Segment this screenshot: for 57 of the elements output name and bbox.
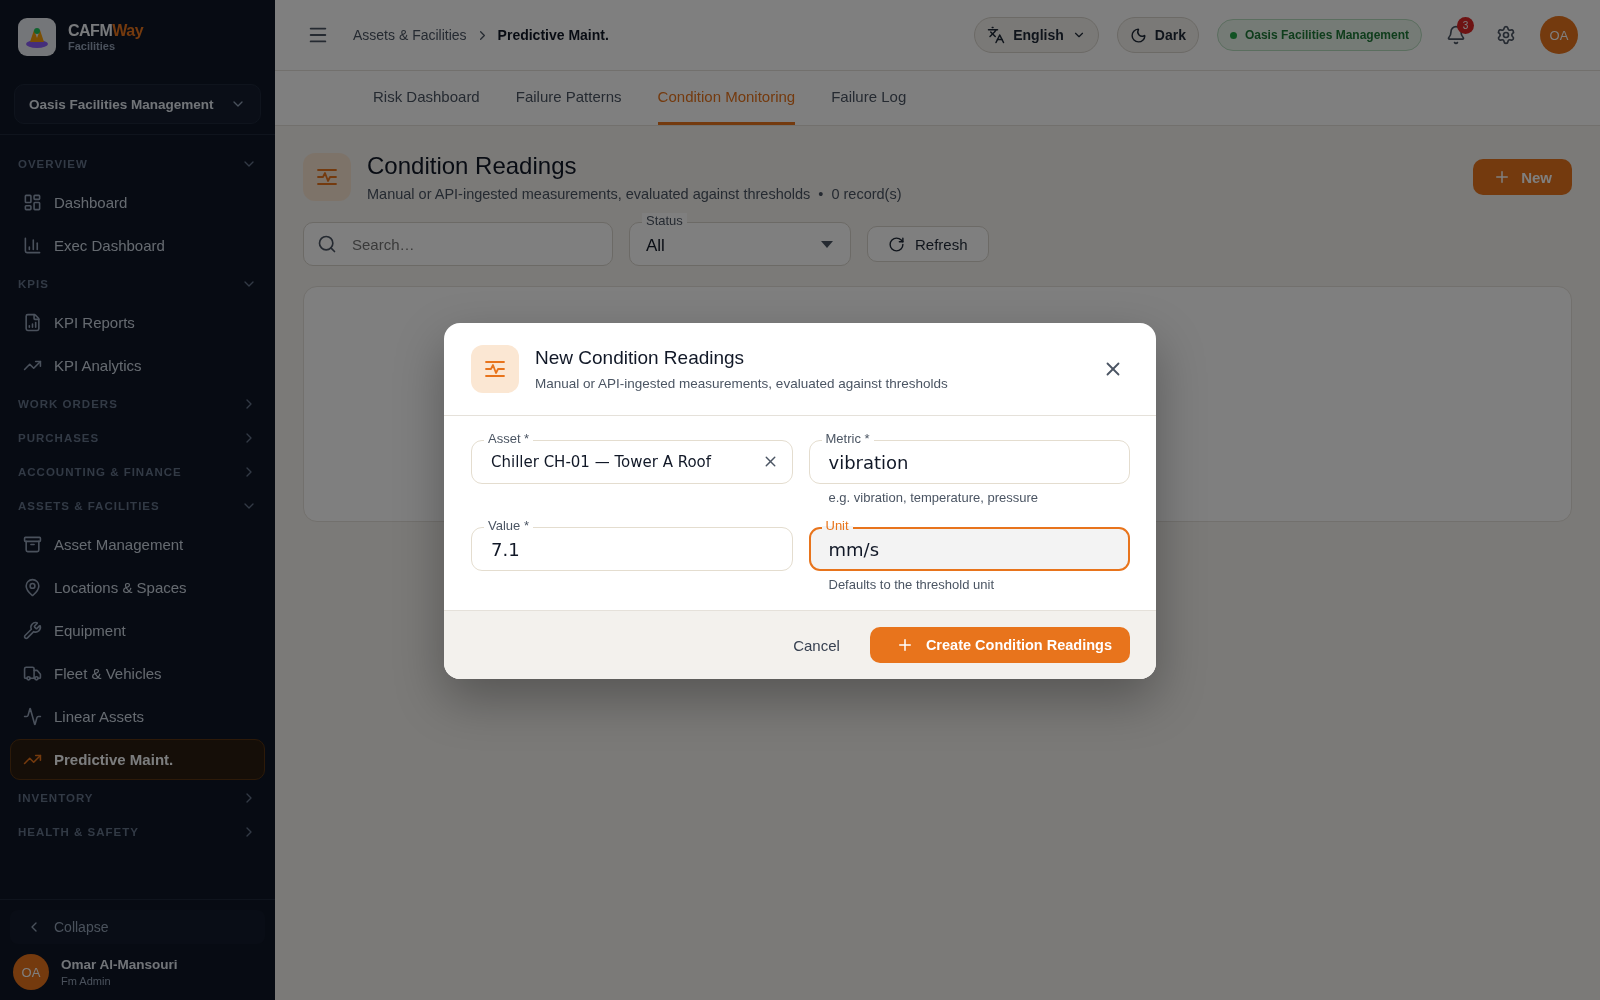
record-count: 0 record(s) (831, 186, 902, 202)
status-dot (1229, 31, 1237, 39)
user-avatar[interactable]: OA (13, 954, 49, 990)
wrench-icon (23, 621, 42, 640)
report-chart-icon (23, 313, 42, 332)
separator-dot: • (818, 186, 824, 202)
nav-item[interactable]: KPI Reports (10, 301, 265, 344)
nav-item[interactable]: Locations & Spaces (10, 566, 265, 609)
tab[interactable]: Condition Monitoring (657, 71, 796, 125)
cancel-button[interactable]: Cancel (787, 635, 846, 655)
user-name: Omar Al-Mansouri (61, 957, 178, 972)
user-role: Fm Admin (61, 975, 112, 987)
page-title: Condition Readings (367, 152, 578, 180)
nav-item[interactable]: Fleet & Vehicles (10, 652, 265, 695)
helper-text: e.g. vibration, temperature, pressure (827, 490, 1040, 505)
map-pin-icon (23, 578, 42, 597)
bar-chart-icon (23, 236, 42, 255)
nav-item[interactable]: KPI Analytics (10, 344, 265, 387)
app-logo (18, 18, 56, 56)
breadcrumb-item[interactable]: Assets & Facilities (353, 27, 467, 43)
search-field[interactable]: Search… (303, 222, 613, 266)
nav-item[interactable]: Dashboard (10, 181, 265, 224)
notifications-button[interactable]: 3 (1440, 19, 1472, 51)
tab[interactable]: Failure Log (831, 71, 907, 125)
organization-badge: Oasis Facilities Management (1216, 19, 1422, 51)
caret-icon (821, 241, 833, 248)
truck-icon (23, 664, 42, 683)
dashboard-grid-icon (23, 193, 42, 212)
search-icon (317, 234, 337, 254)
organization-selector[interactable]: Oasis Facilities Management (14, 84, 261, 124)
brand-subtitle: Facilities (68, 40, 117, 52)
nav-item[interactable]: Exec Dashboard (10, 224, 265, 267)
create-button[interactable]: Create Condition Readings (869, 627, 1130, 663)
language-selector[interactable]: English (974, 17, 1099, 53)
breadcrumb-item: Predictive Maint. (497, 27, 609, 43)
archive-box-icon (23, 535, 42, 554)
notification-count: 3 (1457, 17, 1474, 34)
new-button[interactable]: New (1473, 159, 1572, 195)
moon-icon (1129, 26, 1147, 44)
dialog-title: New Condition Readings (535, 347, 746, 369)
user-avatar[interactable]: OA (1540, 16, 1578, 54)
nav-item[interactable]: Asset Management (10, 523, 265, 566)
translate-icon (987, 26, 1006, 44)
nav-item[interactable]: Predictive Maint. (10, 739, 265, 780)
brand-name: CAFMWay (68, 22, 144, 40)
refresh-button[interactable]: Refresh (867, 226, 989, 262)
dialog-subtitle: Manual or API-ingested measurements, evaluated against thresholds (535, 376, 949, 391)
nav-item[interactable]: Equipment (10, 609, 265, 652)
tab[interactable]: Failure Patterns (515, 71, 622, 125)
nav-item[interactable]: Linear Assets (10, 695, 265, 738)
refresh-icon (888, 235, 905, 253)
helper-text: Defaults to the threshold unit (827, 577, 995, 592)
line-graph-icon (23, 707, 42, 726)
page-subtitle: Manual or API-ingested measurements, evaluated against thresholds (367, 186, 811, 202)
tab[interactable]: Risk Dashboard (373, 71, 480, 125)
theme-toggle[interactable]: Dark (1116, 17, 1199, 53)
settings-icon (1496, 25, 1516, 45)
